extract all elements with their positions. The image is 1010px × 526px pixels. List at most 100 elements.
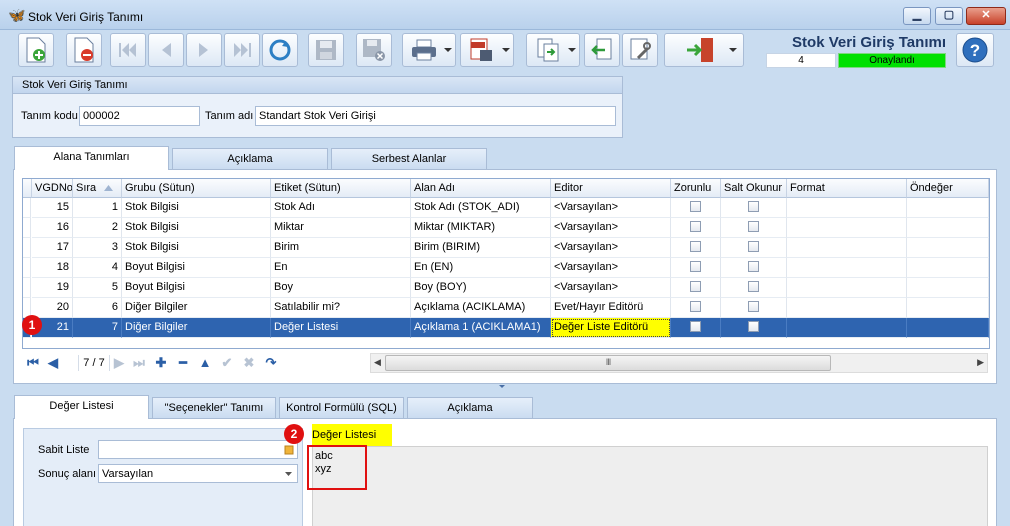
table-row[interactable]: 18 4 Boyut Bilgisi En En (EN) <Varsayılan> <box>23 258 989 278</box>
cell-sira[interactable]: 5 <box>73 278 122 298</box>
cell-vgdno[interactable]: 15 <box>32 198 73 218</box>
checkbox[interactable] <box>690 220 701 232</box>
cell-zorunlu[interactable] <box>671 198 721 218</box>
table-row[interactable]: 20 6 Diğer Bilgiler Satılabilir mi? Açıklama… <box>23 298 989 318</box>
horizontal-scrollbar[interactable]: ◀ III ▶ <box>370 353 988 373</box>
previous-record-button[interactable] <box>148 33 184 67</box>
checkbox[interactable] <box>690 240 701 252</box>
cell-salt[interactable] <box>721 278 787 298</box>
cell-ondeger[interactable] <box>907 198 989 218</box>
nav-delete-icon[interactable]: ━ <box>174 354 192 372</box>
help-button[interactable]: ? <box>956 33 994 67</box>
nav-previous-icon[interactable]: ◀ <box>44 354 62 372</box>
print-button[interactable] <box>402 33 456 67</box>
checkbox[interactable] <box>690 280 701 292</box>
checkbox[interactable] <box>748 280 759 292</box>
cell-grubu[interactable]: Boyut Bilgisi <box>122 258 271 278</box>
tab-serbest-alanlar[interactable]: Serbest Alanlar <box>331 148 487 170</box>
checkbox[interactable] <box>748 240 759 252</box>
cell-sira[interactable]: 4 <box>73 258 122 278</box>
delete-button[interactable] <box>66 33 102 67</box>
close-button[interactable]: ✕ <box>966 7 1006 25</box>
nav-edit-icon[interactable]: ▲ <box>196 354 214 372</box>
import-button[interactable] <box>584 33 620 67</box>
cell-format[interactable] <box>787 318 907 338</box>
cell-vgdno[interactable]: 18 <box>32 258 73 278</box>
nav-insert-icon[interactable]: ✚ <box>152 354 170 372</box>
cell-grubu[interactable]: Stok Bilgisi <box>122 218 271 238</box>
nav-cancel-icon[interactable]: ✖ <box>240 354 258 372</box>
table-row[interactable]: 15 1 Stok Bilgisi Stok Adı Stok Adı (STOK_AD… <box>23 198 989 218</box>
value-list-item[interactable]: abc <box>313 450 987 463</box>
cell-grubu[interactable]: Stok Bilgisi <box>122 238 271 258</box>
cell-alan[interactable]: Stok Adı (STOK_ADI) <box>411 198 551 218</box>
cell-vgdno[interactable]: 19 <box>32 278 73 298</box>
scroll-right-icon[interactable]: ▶ <box>977 357 984 368</box>
cell-etiket[interactable]: Birim <box>271 238 411 258</box>
table-row[interactable]: 21 7 Diğer Bilgiler Değer Listesi Açıklama 1… <box>23 318 989 338</box>
row-indicator[interactable] <box>23 258 31 278</box>
cell-vgdno[interactable]: 20 <box>32 298 73 318</box>
cell-format[interactable] <box>787 258 907 278</box>
last-record-button[interactable] <box>224 33 260 67</box>
value-list-editor[interactable]: abc xyz <box>312 446 988 526</box>
cell-format[interactable] <box>787 298 907 318</box>
cell-grubu[interactable]: Stok Bilgisi <box>122 198 271 218</box>
checkbox[interactable] <box>690 320 701 332</box>
cell-zorunlu[interactable] <box>671 318 721 338</box>
checkbox[interactable] <box>690 300 701 312</box>
cell-salt[interactable] <box>721 318 787 338</box>
cell-ondeger[interactable] <box>907 238 989 258</box>
value-list-item[interactable]: xyz <box>313 463 987 476</box>
grid-header-ondeger[interactable]: Öndeğer <box>907 179 989 198</box>
scroll-left-icon[interactable]: ◀ <box>374 357 381 368</box>
tab-alan-tanimlari[interactable]: Alana Tanımları <box>14 146 169 170</box>
tab-aciklama[interactable]: Açıklama <box>172 148 328 170</box>
cell-etiket[interactable]: Miktar <box>271 218 411 238</box>
cell-alan[interactable]: En (EN) <box>411 258 551 278</box>
grid-header-editor[interactable]: Editor <box>551 179 671 198</box>
cell-editor[interactable]: <Varsayılan> <box>551 278 671 298</box>
cell-etiket[interactable]: Satılabilir mi? <box>271 298 411 318</box>
next-record-button[interactable] <box>186 33 222 67</box>
cell-zorunlu[interactable] <box>671 238 721 258</box>
cell-ondeger[interactable] <box>907 278 989 298</box>
cell-alan[interactable]: Birim (BIRIM) <box>411 238 551 258</box>
checkbox[interactable] <box>690 200 701 212</box>
nav-last-icon[interactable]: ⏭ <box>130 354 148 372</box>
cell-zorunlu[interactable] <box>671 218 721 238</box>
row-indicator[interactable] <box>23 198 31 218</box>
cell-alan[interactable]: Boy (BOY) <box>411 278 551 298</box>
grid-header-etiket[interactable]: Etiket (Sütun) <box>271 179 411 198</box>
cell-salt[interactable] <box>721 198 787 218</box>
cell-sira[interactable]: 2 <box>73 218 122 238</box>
checkbox[interactable] <box>748 260 759 272</box>
cell-ondeger[interactable] <box>907 298 989 318</box>
grid-header-grubu[interactable]: Grubu (Sütun) <box>122 179 271 198</box>
checkbox[interactable] <box>748 220 759 232</box>
maximize-button[interactable]: ▢ <box>935 7 963 25</box>
pdf-export-button[interactable] <box>460 33 514 67</box>
nav-post-icon[interactable]: ✔ <box>218 354 236 372</box>
grid-header-format[interactable]: Format <box>787 179 907 198</box>
cell-editor[interactable]: <Varsayılan> <box>551 218 671 238</box>
grid-header-sira[interactable]: Sıra <box>73 179 122 198</box>
cell-zorunlu[interactable] <box>671 278 721 298</box>
tab-bottom-aciklama[interactable]: Açıklama <box>407 397 533 419</box>
cell-editor[interactable]: <Varsayılan> <box>551 198 671 218</box>
name-field[interactable]: Standart Stok Veri Girişi <box>255 106 616 126</box>
cell-editor[interactable]: Evet/Hayır Editörü <box>551 298 671 318</box>
table-row[interactable]: 17 3 Stok Bilgisi Birim Birim (BIRIM) <Varsay… <box>23 238 989 258</box>
cell-grubu[interactable]: Diğer Bilgiler <box>122 298 271 318</box>
cell-editor[interactable]: Değer Liste Editörü <box>551 318 671 338</box>
code-field[interactable]: 000002 <box>79 106 200 126</box>
cell-etiket[interactable]: Boy <box>271 278 411 298</box>
scrollbar-thumb[interactable]: III <box>385 355 831 371</box>
nav-first-icon[interactable]: ⏮ <box>24 354 42 372</box>
cell-zorunlu[interactable] <box>671 298 721 318</box>
grid-header-salt-okunur[interactable]: Salt Okunur <box>721 179 787 198</box>
cell-etiket[interactable]: Değer Listesi <box>271 318 411 338</box>
checkbox[interactable] <box>690 260 701 272</box>
cell-alan[interactable]: Açıklama 1 (ACIKLAMA1) <box>411 318 551 338</box>
save-button[interactable] <box>308 33 344 67</box>
